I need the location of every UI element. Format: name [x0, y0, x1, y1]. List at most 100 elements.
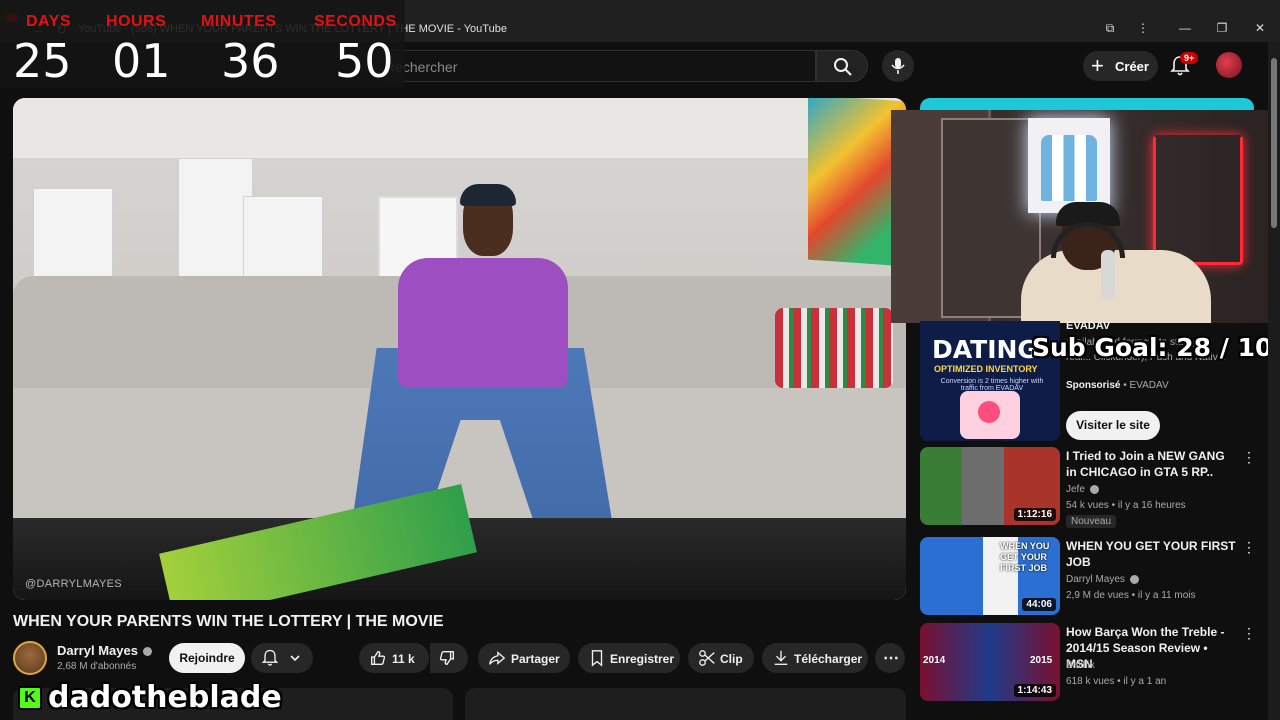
ad-sponsor-line: Sponsorisé • EVADAV: [1066, 380, 1169, 391]
search-button[interactable]: [816, 50, 868, 82]
thumbs-down-icon: [439, 651, 454, 665]
streamer-handle: dadotheblade: [48, 680, 282, 715]
more-actions-button[interactable]: ⋯: [875, 643, 905, 673]
countdown-minutes-value: 36: [221, 34, 280, 88]
clip-button[interactable]: Clip: [688, 643, 754, 673]
create-button[interactable]: + Créer: [1083, 51, 1158, 81]
ad-creative-headline: DATING: [932, 335, 1038, 364]
recommendation-channel-name: Jefe: [1066, 484, 1085, 495]
thumbs-up-icon: [371, 651, 386, 665]
notification-count-badge: 9+: [1180, 52, 1199, 64]
account-avatar[interactable]: [1216, 52, 1242, 78]
share-icon: [489, 651, 506, 665]
recommendation-meta: 2,9 M de vues • il y a 11 mois: [1066, 590, 1196, 601]
more-horizontal-icon: ⋯: [883, 650, 899, 667]
close-button[interactable]: ✕: [1248, 21, 1272, 41]
minimize-button[interactable]: —: [1173, 21, 1197, 41]
recommendation-channel: Darryl Mayes: [1066, 574, 1139, 585]
channel-name-text: Darryl Mayes: [57, 643, 138, 658]
countdown-hours-label: HOURS: [106, 13, 167, 30]
video-scene-pillow: [775, 308, 893, 388]
recommendation-title: I Tried to Join a NEW GANG in CHICAGO in…: [1066, 449, 1225, 479]
like-button[interactable]: 11 k: [359, 643, 429, 673]
countdown-hours-value: 01: [112, 34, 171, 88]
video-scene-cabinet: [243, 196, 323, 282]
channel-name[interactable]: Darryl Mayes: [57, 643, 152, 658]
video-duration: 1:12:16: [1013, 508, 1056, 521]
create-label: Créer: [1115, 59, 1149, 74]
like-count: 11 k: [392, 652, 415, 666]
countdown-days-value: 25: [13, 34, 72, 88]
voice-search-button[interactable]: [882, 50, 914, 82]
video-thumbnail[interactable]: 1:12:16: [920, 447, 1060, 525]
scissors-icon: [699, 650, 715, 666]
extensions-icon[interactable]: ⧉: [1098, 21, 1122, 41]
visit-site-button[interactable]: Visiter le site: [1066, 411, 1160, 440]
recommendation-title: WHEN YOU GET YOUR FIRST JOB: [1066, 539, 1236, 569]
new-badge: Nouveau: [1066, 515, 1117, 528]
scrollbar-thumb[interactable]: [1271, 58, 1277, 228]
search-input[interactable]: Rechercher: [370, 50, 816, 82]
sponsored-label: Sponsorisé: [1066, 380, 1121, 391]
page-scrollbar[interactable]: [1268, 42, 1280, 720]
video-title: WHEN YOUR PARENTS WIN THE LOTTERY | THE …: [13, 613, 444, 630]
webcam-jersey: [1041, 135, 1097, 201]
video-thumbnail[interactable]: WHEN YOU GET YOUR FIRST JOB 44:06: [920, 537, 1060, 615]
countdown-seconds-value: 50: [335, 34, 394, 88]
more-vertical-icon[interactable]: ⋮: [1242, 449, 1256, 466]
plus-icon: +: [1091, 53, 1104, 78]
share-button[interactable]: Partager: [478, 643, 570, 673]
recommendation-item[interactable]: 2014 2015 1:14:43 How Barça Won the Treb…: [920, 623, 1260, 701]
join-button[interactable]: Rejoindre: [169, 643, 245, 673]
ad-creative-text: Conversion is 2 times higher with traffi…: [940, 378, 1044, 392]
thumbnail-year-left: 2014: [923, 655, 946, 666]
recommendation-channel: Ballflix: [1066, 660, 1095, 671]
video-scene-person-cap: [460, 184, 516, 206]
search-icon: [834, 58, 852, 76]
video-thumbnail[interactable]: 2014 2015 1:14:43: [920, 623, 1060, 701]
recommendation-meta: 54 k vues • il y a 16 heures: [1066, 500, 1186, 511]
thumbnail-year-right: 2015: [1030, 655, 1053, 666]
ad-creative-subhead: OPTIMIZED INVENTORY: [934, 364, 1038, 374]
restore-button[interactable]: ❐: [1210, 21, 1234, 41]
countdown-seconds-label: SECONDS: [314, 13, 397, 30]
more-vertical-icon[interactable]: ⋮: [1242, 625, 1256, 642]
heart-icon: [978, 401, 1000, 423]
recommendation-item[interactable]: 1:12:16 I Tried to Join a NEW GANG in CH…: [920, 447, 1260, 528]
dislike-button[interactable]: [430, 643, 468, 673]
more-vertical-icon[interactable]: ⋮: [1131, 21, 1155, 41]
subscriber-count: 2,68 M d'abonnés: [57, 661, 137, 672]
channel-avatar[interactable]: [13, 641, 47, 675]
countdown-overlay: DAYS HOURS MINUTES SECONDS 25 01 36 50: [0, 0, 405, 88]
video-scene-cabinet: [33, 188, 113, 284]
download-icon: [774, 650, 788, 665]
microphone-icon: [891, 58, 905, 74]
bell-icon: [261, 649, 279, 666]
video-player[interactable]: @DARRYLMAYES: [13, 98, 906, 600]
download-label: Télécharger: [794, 652, 863, 666]
recommendation-item[interactable]: WHEN YOU GET YOUR FIRST JOB 44:06 WHEN Y…: [920, 537, 1260, 615]
ad-sponsor-name: EVADAV: [1129, 380, 1169, 391]
video-watermark: @DARRYLMAYES: [25, 578, 122, 590]
chips-panel: [465, 688, 906, 720]
recommendation-meta: 618 k vues • il y a 1 an: [1066, 676, 1167, 687]
webcam-neon-light: [1153, 135, 1243, 265]
ad-title[interactable]: EVADAV: [1066, 320, 1110, 332]
download-button[interactable]: Télécharger: [762, 643, 868, 673]
video-duration: 44:06: [1022, 598, 1056, 611]
share-label: Partager: [511, 652, 560, 666]
recommendation-channel-name: Darryl Mayes: [1066, 574, 1125, 585]
more-vertical-icon[interactable]: ⋮: [1242, 539, 1256, 556]
kick-logo-icon: K: [18, 686, 42, 710]
video-scene-cabinet: [178, 158, 253, 278]
video-duration: 1:14:43: [1013, 684, 1056, 697]
verified-icon: [142, 647, 152, 657]
streamer-webcam: [891, 110, 1269, 323]
webcam-person-body: [1021, 250, 1211, 323]
sub-goal-overlay: Sub Goal: 28 / 100: [1032, 333, 1280, 362]
save-button[interactable]: Enregistrer: [578, 643, 680, 673]
recommendation-channel: Jefe: [1066, 484, 1099, 495]
video-scene-ceiling: [13, 98, 906, 158]
countdown-minutes-label: MINUTES: [201, 13, 277, 30]
subscription-bell-button[interactable]: [251, 643, 313, 673]
